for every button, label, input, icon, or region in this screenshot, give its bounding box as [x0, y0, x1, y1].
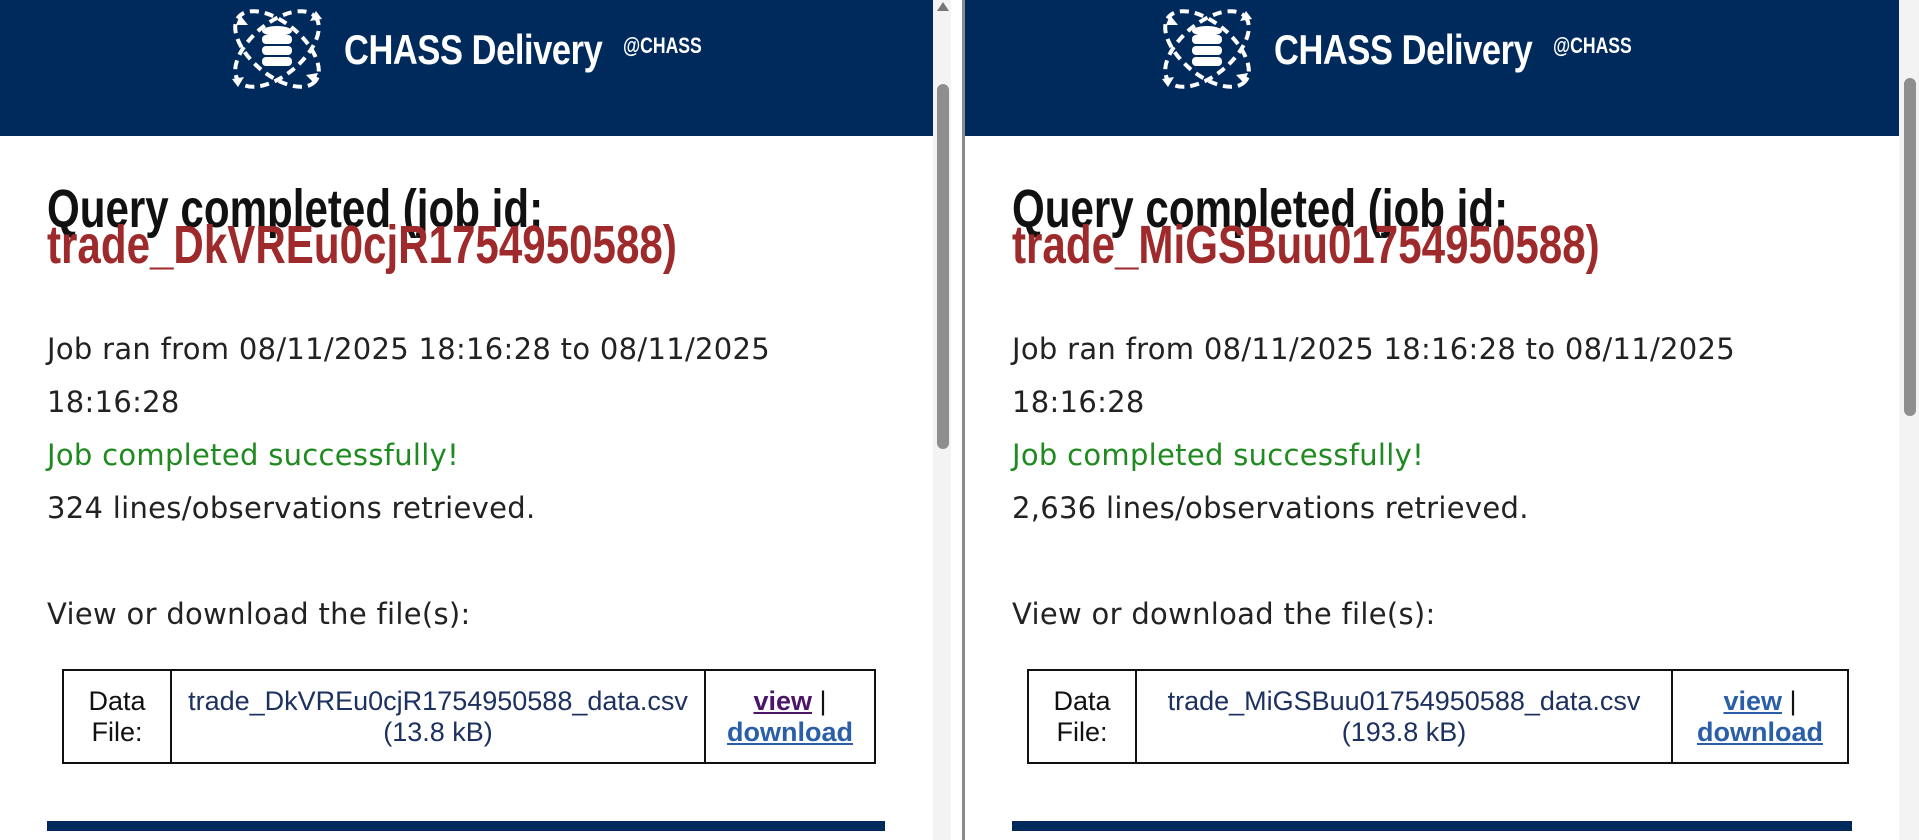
brand-name: CHASS Delivery	[1274, 26, 1533, 73]
file-info-cell: trade_MiGSBuu01754950588_data.csv (193.8…	[1135, 669, 1673, 764]
file-name: trade_DkVREu0cjR1754950588_data.csv	[188, 685, 688, 716]
files-table: Data File: trade_MiGSBuu01754950588_data…	[1027, 669, 1849, 764]
file-size: (193.8 kB)	[1341, 716, 1467, 747]
data-file-label-line1: Data	[1053, 685, 1111, 716]
right-browser-pane: CHASS Delivery @CHASS Query completed (j…	[965, 0, 1899, 840]
link-separator: |	[819, 685, 827, 716]
table-row: Data File: trade_MiGSBuu01754950588_data…	[1027, 669, 1849, 764]
files-table: Data File: trade_DkVREu0cjR1754950588_da…	[62, 669, 876, 764]
brand-name: CHASS Delivery	[344, 26, 603, 73]
data-file-label-line2: File:	[91, 716, 143, 747]
brand-tag: @CHASS	[1553, 33, 1632, 58]
success-message: Job completed successfully!	[47, 438, 460, 472]
scroll-up-arrow-icon[interactable]	[937, 2, 949, 11]
success-message: Job completed successfully!	[1012, 438, 1425, 472]
file-name: trade_MiGSBuu01754950588_data.csv	[1167, 685, 1641, 716]
left-scrollbar-thumb[interactable]	[937, 84, 949, 449]
view-link[interactable]: view	[1723, 686, 1782, 716]
data-file-label-line1: Data	[88, 685, 146, 716]
left-browser-pane: CHASS Delivery @CHASS Query completed (j…	[0, 0, 933, 840]
files-heading: View or download the file(s):	[47, 597, 471, 631]
job-id-title: trade_MiGSBuu01754950588)	[1012, 215, 1600, 275]
brand[interactable]: CHASS Delivery @CHASS	[1148, 0, 1652, 100]
site-header: CHASS Delivery @CHASS	[0, 0, 933, 136]
file-actions-cell: view | download	[1671, 669, 1849, 764]
brand[interactable]: CHASS Delivery @CHASS	[218, 0, 722, 100]
download-link[interactable]: download	[1697, 717, 1823, 747]
job-time-end: 18:16:28	[47, 385, 180, 419]
right-scrollbar-thumb[interactable]	[1904, 78, 1916, 416]
files-heading: View or download the file(s):	[1012, 597, 1436, 631]
download-link[interactable]: download	[727, 717, 853, 747]
section-divider	[47, 821, 885, 831]
data-file-label-cell: Data File:	[62, 669, 172, 764]
job-time-range: Job ran from 08/11/2025 18:16:28 to 08/1…	[47, 332, 771, 366]
file-info-cell: trade_DkVREu0cjR1754950588_data.csv (13.…	[170, 669, 706, 764]
database-globe-icon	[232, 9, 322, 89]
site-header: CHASS Delivery @CHASS	[965, 0, 1899, 136]
file-actions-cell: view | download	[704, 669, 876, 764]
brand-tag: @CHASS	[623, 33, 702, 58]
section-divider	[1012, 821, 1852, 831]
job-time-range: Job ran from 08/11/2025 18:16:28 to 08/1…	[1012, 332, 1736, 366]
link-separator: |	[1789, 685, 1797, 716]
database-globe-icon	[1162, 9, 1252, 89]
data-file-label-line2: File:	[1056, 716, 1108, 747]
observation-count: 2,636 lines/observations retrieved.	[1012, 491, 1529, 525]
data-file-label-cell: Data File:	[1027, 669, 1137, 764]
table-row: Data File: trade_DkVREu0cjR1754950588_da…	[62, 669, 876, 764]
view-link[interactable]: view	[753, 686, 812, 716]
file-size: (13.8 kB)	[383, 716, 493, 747]
job-id-title: trade_DkVREu0cjR1754950588)	[47, 215, 677, 275]
job-time-end: 18:16:28	[1012, 385, 1145, 419]
observation-count: 324 lines/observations retrieved.	[47, 491, 536, 525]
